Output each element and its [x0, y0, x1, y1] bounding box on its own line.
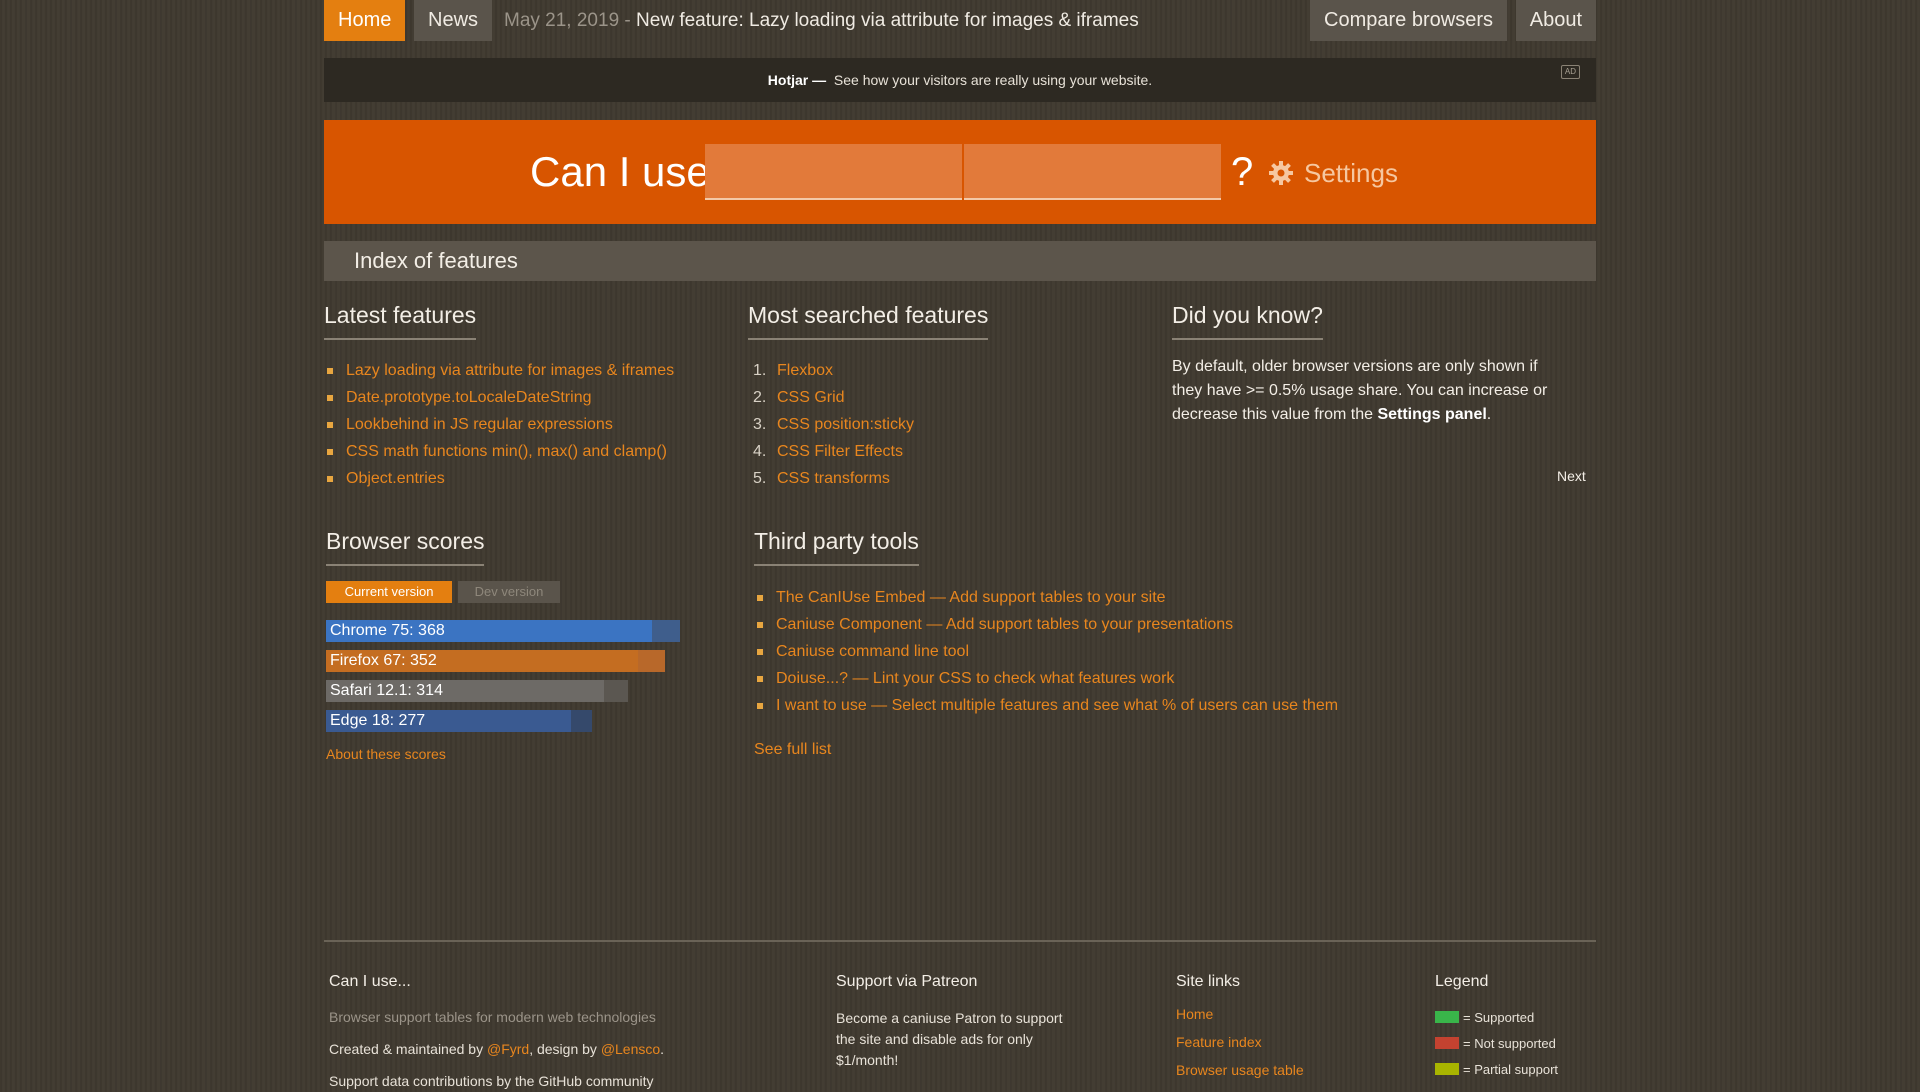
- score-bar-safari[interactable]: Safari 12.1: 314: [326, 680, 628, 702]
- score-label: Chrome 75: 368: [330, 622, 445, 639]
- footer-link-usage-table[interactable]: Browser usage table: [1176, 1062, 1304, 1078]
- legend-not-supported: = Not supported: [1435, 1036, 1556, 1051]
- score-bar-chrome[interactable]: Chrome 75: 368: [326, 620, 680, 642]
- list-item[interactable]: Date.prototype.toLocaleDateString: [324, 384, 674, 411]
- news-date: May 21, 2019 -: [504, 10, 631, 31]
- score-bar-edge[interactable]: Edge 18: 277: [326, 710, 592, 732]
- settings-panel-link[interactable]: Settings panel: [1377, 406, 1486, 423]
- search-question-mark: ?: [1231, 150, 1254, 194]
- list-label: CSS transforms: [777, 470, 890, 487]
- list-item[interactable]: Lazy loading via attribute for images & …: [324, 357, 674, 384]
- list-item[interactable]: I want to use — Select multiple features…: [754, 692, 1338, 719]
- footer-about-heading: Can I use...: [329, 973, 411, 990]
- list-item[interactable]: 3. CSS position:sticky: [753, 411, 914, 438]
- browser-scores-heading: Browser scores: [326, 526, 485, 566]
- list-label: Flexbox: [777, 362, 834, 379]
- did-you-know-end: .: [1486, 406, 1492, 423]
- settings-button[interactable]: Settings: [1268, 158, 1398, 188]
- latest-features-heading: Latest features: [324, 300, 477, 340]
- list-item[interactable]: Caniuse Component — Add support tables t…: [754, 611, 1338, 638]
- footer-credits: Created & maintained by @Fyrd, design by…: [329, 1039, 664, 1060]
- list-number: 4.: [753, 443, 767, 460]
- list-label: CSS Grid: [777, 389, 845, 406]
- list-item[interactable]: The CanIUse Embed — Add support tables t…: [754, 584, 1338, 611]
- about-scores-link[interactable]: About these scores: [326, 746, 446, 762]
- search-input-primary[interactable]: [705, 144, 962, 200]
- score-bar-firefox[interactable]: Firefox 67: 352: [326, 650, 665, 672]
- footer-site-links-heading: Site links: [1176, 973, 1241, 990]
- lensco-link[interactable]: @Lensco: [601, 1041, 660, 1057]
- list-number: 1.: [753, 362, 767, 379]
- third-party-list: The CanIUse Embed — Add support tables t…: [754, 584, 1338, 719]
- credits-text: , design by: [529, 1041, 601, 1057]
- footer-link-feature-index[interactable]: Feature index: [1176, 1034, 1262, 1050]
- list-item[interactable]: CSS math functions min(), max() and clam…: [324, 438, 674, 465]
- list-label: CSS Filter Effects: [777, 443, 903, 460]
- legend-swatch: [1435, 1063, 1459, 1075]
- score-label: Edge 18: 277: [330, 712, 426, 729]
- legend-supported: = Supported: [1435, 1010, 1534, 1025]
- most-searched-list: 1. Flexbox 2. CSS Grid 3. CSS position:stic…: [753, 357, 914, 492]
- list-number: 2.: [753, 389, 767, 406]
- footer-patreon-heading: Support via Patreon: [836, 973, 978, 990]
- list-number: 3.: [753, 416, 767, 433]
- gear-icon: [1269, 161, 1293, 185]
- news-ticker[interactable]: May 21, 2019 - New feature: Lazy loading…: [504, 0, 1139, 41]
- legend-label: = Not supported: [1463, 1036, 1556, 1051]
- did-you-know-text: By default, older browser versions are o…: [1172, 355, 1572, 427]
- ad-badge: AD: [1560, 65, 1580, 79]
- legend-swatch: [1435, 1037, 1459, 1049]
- footer-patreon-text: Become a caniuse Patron to support the s…: [836, 1010, 1063, 1068]
- tab-dev-version[interactable]: Dev version: [458, 581, 560, 603]
- credits-text: .: [660, 1041, 665, 1057]
- footer-description: Browser support tables for modern web te…: [329, 1009, 656, 1025]
- settings-label: Settings: [1304, 158, 1398, 188]
- list-label: CSS position:sticky: [777, 416, 914, 433]
- latest-features-list: Lazy loading via attribute for images & …: [324, 357, 674, 492]
- next-tip-link[interactable]: Next: [1557, 468, 1586, 484]
- legend-label: = Supported: [1463, 1010, 1535, 1025]
- list-item[interactable]: Object.entries: [324, 465, 674, 492]
- footer-link-home[interactable]: Home: [1176, 1006, 1213, 1022]
- nav-about-link[interactable]: About: [1515, 0, 1596, 41]
- footer-contributions: Support data contributions by the GitHub…: [329, 1073, 654, 1089]
- list-item[interactable]: 5. CSS transforms: [753, 465, 914, 492]
- tab-current-version[interactable]: Current version: [326, 581, 452, 603]
- top-nav: Home News May 21, 2019 - New feature: La…: [324, 0, 1596, 41]
- search-label: Can I use: [530, 148, 710, 195]
- credits-text: Created & maintained by: [329, 1041, 487, 1057]
- score-label: Safari 12.1: 314: [330, 682, 443, 699]
- most-searched-heading: Most searched features: [748, 300, 989, 340]
- news-title[interactable]: New feature: Lazy loading via attribute …: [636, 10, 1139, 31]
- fyrd-link[interactable]: @Fyrd: [487, 1041, 529, 1057]
- legend-label: = Partial support: [1463, 1062, 1559, 1077]
- nav-news-link[interactable]: News: [414, 0, 493, 41]
- third-party-heading: Third party tools: [754, 526, 919, 566]
- ad-text: See how your visitors are really using y…: [833, 72, 1153, 88]
- legend-swatch: [1435, 1011, 1459, 1023]
- list-item[interactable]: Caniuse command line tool: [754, 638, 1338, 665]
- list-item[interactable]: 4. CSS Filter Effects: [753, 438, 914, 465]
- list-item[interactable]: Doiuse...? — Lint your CSS to check what…: [754, 665, 1338, 692]
- footer-divider: [324, 940, 1596, 942]
- legend-partial: = Partial support: [1435, 1062, 1558, 1077]
- ad-banner[interactable]: Hotjar — See how your visitors are reall…: [324, 58, 1596, 102]
- nav-home-link[interactable]: Home: [324, 0, 406, 41]
- did-you-know-heading: Did you know?: [1172, 300, 1323, 340]
- list-item[interactable]: 1. Flexbox: [753, 357, 914, 384]
- search-banner: Can I use ? Settings: [324, 120, 1596, 224]
- footer-legend-heading: Legend: [1435, 973, 1489, 990]
- ad-brand: Hotjar —: [767, 72, 827, 88]
- search-input-secondary[interactable]: [964, 144, 1221, 200]
- list-item[interactable]: 2. CSS Grid: [753, 384, 914, 411]
- list-number: 5.: [753, 470, 767, 487]
- list-item[interactable]: Lookbehind in JS regular expressions: [324, 411, 674, 438]
- nav-compare-link[interactable]: Compare browsers: [1310, 0, 1507, 41]
- score-label: Firefox 67: 352: [330, 652, 437, 669]
- index-title: Index of features: [354, 248, 518, 273]
- see-full-list-link[interactable]: See full list: [754, 741, 831, 759]
- index-bar[interactable]: Index of features: [324, 241, 1596, 281]
